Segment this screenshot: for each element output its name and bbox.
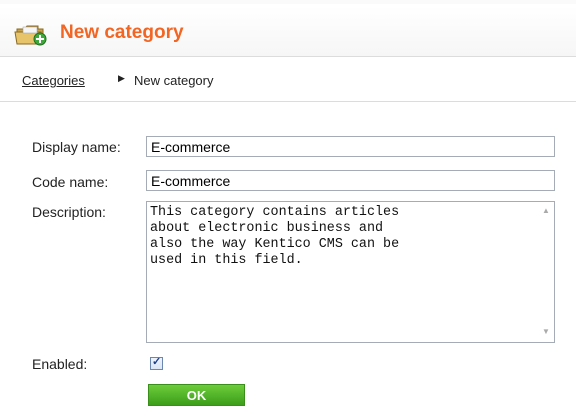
- top-strip: [0, 0, 576, 4]
- enabled-label: Enabled:: [32, 356, 88, 372]
- display-name-label: Display name:: [32, 139, 121, 155]
- breadcrumb-categories-link[interactable]: Categories: [22, 73, 85, 88]
- description-label: Description:: [32, 204, 106, 220]
- scroll-down-icon[interactable]: ▼: [542, 327, 550, 336]
- page-title: New category: [60, 22, 184, 43]
- checkmark-icon: ✓: [152, 356, 162, 368]
- description-textarea[interactable]: This category contains articles about el…: [146, 201, 555, 343]
- breadcrumb: Categories ▶ New category: [0, 57, 576, 102]
- scroll-up-icon[interactable]: ▲: [542, 206, 550, 215]
- display-name-field[interactable]: [146, 136, 555, 157]
- description-scrollbar[interactable]: ▲ ▼: [538, 202, 554, 342]
- description-text: This category contains articles about el…: [150, 205, 400, 268]
- code-name-label: Code name:: [32, 174, 109, 190]
- enabled-checkbox[interactable]: ✓: [150, 356, 163, 370]
- page-header: New category: [0, 6, 576, 57]
- folder-add-icon: [14, 23, 50, 47]
- breadcrumb-current: New category: [134, 73, 214, 88]
- code-name-field[interactable]: [146, 170, 555, 191]
- breadcrumb-arrow-icon: ▶: [118, 73, 125, 83]
- ok-button[interactable]: OK: [148, 384, 245, 406]
